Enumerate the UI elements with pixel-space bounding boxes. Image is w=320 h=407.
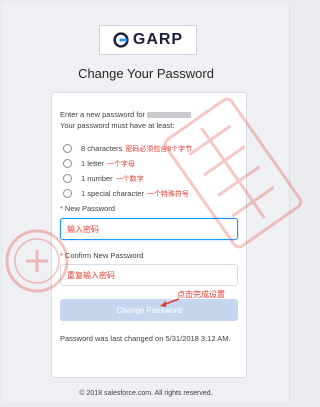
intro-text: Enter a new password for Your password m… <box>60 109 244 131</box>
requirement-note: 密码必须包含8个字节 <box>125 145 193 153</box>
new-password-value: 输入密码 <box>67 224 99 234</box>
requirement-status-icon <box>63 174 72 183</box>
requirement-label: 8 characters <box>81 144 123 153</box>
logo-text: GARP <box>132 31 184 48</box>
required-marker: * <box>60 204 63 213</box>
footer-copyright: © 2018 salesforce.com. All rights reserv… <box>79 390 213 397</box>
confirm-password-input[interactable]: 重复输入密码 <box>60 264 238 286</box>
intro-line-2: Your password must have at least: <box>60 121 175 130</box>
garp-logo: GARP <box>99 25 197 55</box>
new-password-input[interactable]: 输入密码 <box>60 218 238 240</box>
requirement-status-icon <box>63 144 72 153</box>
confirm-password-value: 重复输入密码 <box>67 270 115 280</box>
required-marker: * <box>60 251 63 260</box>
requirement-note: 一个特殊符号 <box>146 190 189 198</box>
page-title: Change Your Password <box>78 66 214 81</box>
button-annotation: 点击完成设置 <box>177 290 225 299</box>
requirement-note: 一个字母 <box>106 160 135 168</box>
requirement-status-icon <box>63 189 72 198</box>
requirement-item: 8 characters 密码必须包含8个字节 <box>63 141 243 156</box>
garp-logo-icon <box>113 32 129 48</box>
requirement-item: 1 letter 一个字母 <box>63 156 243 171</box>
requirement-item: 1 number 一个数字 <box>63 171 243 186</box>
requirement-item: 1 special character 一个特殊符号 <box>63 186 243 201</box>
confirm-password-label: * Confirm New Password <box>60 251 144 260</box>
requirement-note: 一个数字 <box>115 175 144 183</box>
requirement-status-icon <box>63 159 72 168</box>
change-password-button[interactable]: Change Password <box>60 299 238 321</box>
masked-username <box>147 112 192 119</box>
requirement-label: 1 letter <box>81 159 104 168</box>
requirement-label: 1 number <box>81 174 113 183</box>
change-password-card: Enter a new password for Your password m… <box>51 92 247 378</box>
requirements-list: 8 characters 密码必须包含8个字节 1 letter 一个字母 1 … <box>63 141 243 201</box>
new-password-label: * New Password <box>60 204 115 213</box>
intro-line-1: Enter a new password for <box>60 110 146 119</box>
last-changed-text: Password was last changed on 5/31/2018 3… <box>60 334 231 343</box>
requirement-label: 1 special character <box>81 189 144 198</box>
